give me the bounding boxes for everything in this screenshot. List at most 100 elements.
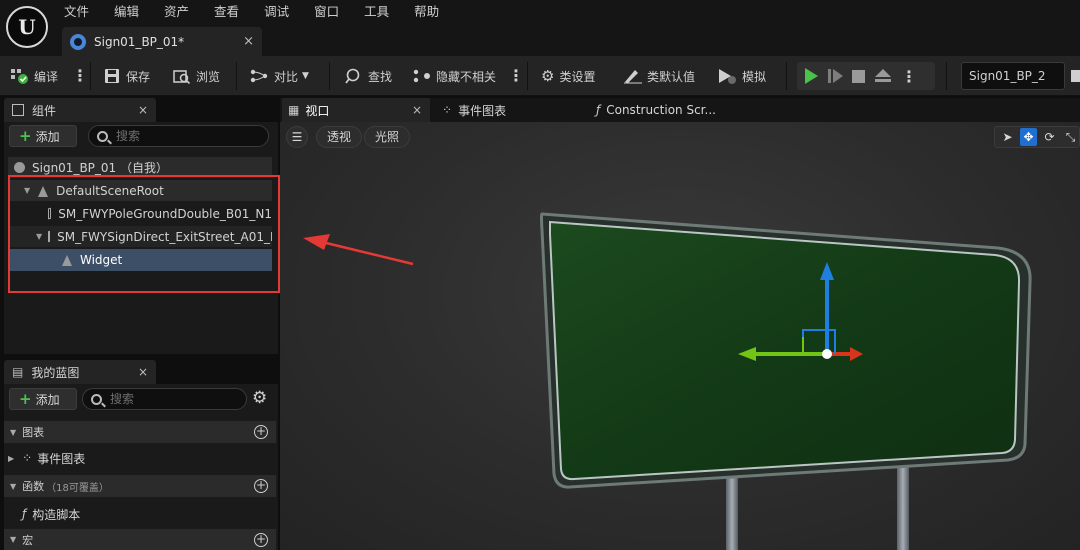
debug-filter-icon[interactable] [1071,70,1080,82]
find-icon [345,68,360,84]
sign-face [549,220,1021,481]
eject-icon[interactable] [875,69,891,83]
components-panel-tab[interactable]: 组件 × [4,98,156,122]
hide-unrelated-button[interactable]: 隐藏不相关 [412,56,496,96]
menu-file[interactable]: 文件 [64,2,100,22]
annotation-arrow [303,234,414,266]
toolbar-divider [90,62,91,90]
sign-pole-left [726,467,738,550]
event-graph-label: 事件图表 [37,451,86,466]
play-icon[interactable] [805,68,818,84]
diff-icon [250,69,268,83]
hide-unrelated-icon [413,69,430,83]
toolbar-divider [946,62,947,90]
viewport[interactable]: ☰ 透视 光照 ➤ ✥ ⟳ ⤡ [280,122,1080,550]
document-tab[interactable]: Sign01_BP_01* × [62,27,262,56]
my-blueprint-panel-title: 我的蓝图 [31,365,80,380]
chevron-right-icon[interactable]: ▶ [8,454,14,463]
add-component-label: 添加 [35,129,60,144]
menu-tools[interactable]: 工具 [364,2,400,22]
toolbar-divider [786,62,787,90]
browse-button[interactable]: 浏览 [173,56,220,96]
menu-asset[interactable]: 资产 [164,2,200,22]
tab-construction-script[interactable]: ƒ Construction Scr... [590,98,760,122]
unreal-logo-icon[interactable]: U [6,6,48,48]
simulate-label: 模拟 [742,69,767,84]
section-graphs[interactable]: ▼ 图表 + [4,421,276,443]
debug-object-select[interactable]: Sign01_BP_2 [961,62,1065,90]
play-controls: ⋮ [797,62,935,90]
browse-label: 浏览 [196,69,221,84]
gear-icon[interactable]: ⚙ [252,388,267,408]
add-function-icon[interactable]: + [254,479,268,493]
class-defaults-icon [624,70,642,84]
viewport-icon: ▦ [288,103,300,117]
close-icon[interactable]: × [243,34,254,49]
tab-viewport[interactable]: ▦ 视口 × [282,98,430,122]
plus-icon: + [19,127,32,145]
menu-view[interactable]: 查看 [214,2,250,22]
my-blueprint-panel-tab[interactable]: ▤ 我的蓝图 × [4,360,156,384]
find-button[interactable]: 查找 [345,56,392,96]
event-graph-icon: ⁘ [442,103,453,117]
title-bar: U 文件 编辑 资产 查看 调试 窗口 工具 帮助 Sign01_BP_01* … [0,0,1080,56]
simulate-icon [719,69,736,84]
section-macros[interactable]: ▼ 宏 + [4,529,276,550]
event-graph-icon: ⁘ [22,451,33,465]
toolbar-divider [236,62,237,90]
main-menu: 文件 编辑 资产 查看 调试 窗口 工具 帮助 [64,2,464,22]
frame-skip-icon[interactable] [828,69,843,83]
add-component-button[interactable]: + 添加 [9,125,77,147]
menu-debug[interactable]: 调试 [264,2,300,22]
close-icon[interactable]: × [138,103,148,117]
class-settings-label: 类设置 [559,69,596,84]
highlight-box [8,175,280,293]
tree-item-label: Sign01_BP_01 （自我） [32,161,168,175]
section-functions-label: 函数 [22,480,45,493]
compile-options-icon[interactable]: ⋮ [72,66,88,85]
list-item-construction-script[interactable]: ƒ 构造脚本 [4,502,276,526]
construction-script-label: 构造脚本 [32,507,81,522]
close-icon[interactable]: × [412,103,422,117]
save-icon [105,69,119,83]
chevron-down-icon: ▼ [10,427,17,437]
components-icon [12,104,24,116]
plus-icon: + [19,390,32,408]
menu-edit[interactable]: 编辑 [114,2,150,22]
blueprint-search [82,388,247,410]
list-item-event-graph[interactable]: ▶ ⁘ 事件图表 [4,446,276,470]
diff-button[interactable]: 对比 ▼ [249,56,309,96]
components-panel-title: 组件 [32,103,57,118]
browse-icon [173,70,191,84]
blueprint-search-input[interactable] [110,392,220,406]
tab-construction-script-label: Construction Scr... [606,103,716,117]
save-button[interactable]: 保存 [104,56,150,96]
scene-preview [540,212,1032,550]
component-search [88,125,269,147]
simulate-button[interactable]: 模拟 [717,56,766,96]
add-member-label: 添加 [35,392,60,407]
class-settings-button[interactable]: ⚙ 类设置 [541,56,595,96]
section-functions[interactable]: ▼ 函数 （18可覆盖） + [4,475,276,497]
menu-window[interactable]: 窗口 [314,2,350,22]
add-macro-icon[interactable]: + [254,532,268,547]
more-options-icon[interactable]: ⋮ [508,66,524,85]
actor-icon [14,162,25,173]
menu-help[interactable]: 帮助 [414,2,450,22]
add-member-button[interactable]: + 添加 [9,388,77,410]
sign-pole-right [897,462,909,550]
class-defaults-button[interactable]: 类默认值 [623,56,695,96]
play-options-icon[interactable]: ⋮ [901,67,917,86]
class-defaults-label: 类默认值 [647,69,696,84]
tab-event-graph[interactable]: ⁘ 事件图表 [436,98,586,122]
close-icon[interactable]: × [138,365,148,379]
compile-button[interactable]: 编译 [10,56,58,96]
hide-unrelated-label: 隐藏不相关 [436,69,497,84]
book-icon: ▤ [12,365,24,379]
toolbar-divider [527,62,528,90]
stop-icon[interactable] [852,69,865,83]
add-graph-icon[interactable]: + [254,425,268,439]
toolbar-divider [329,62,330,90]
component-search-input[interactable] [116,129,236,143]
tab-viewport-label: 视口 [305,103,330,118]
